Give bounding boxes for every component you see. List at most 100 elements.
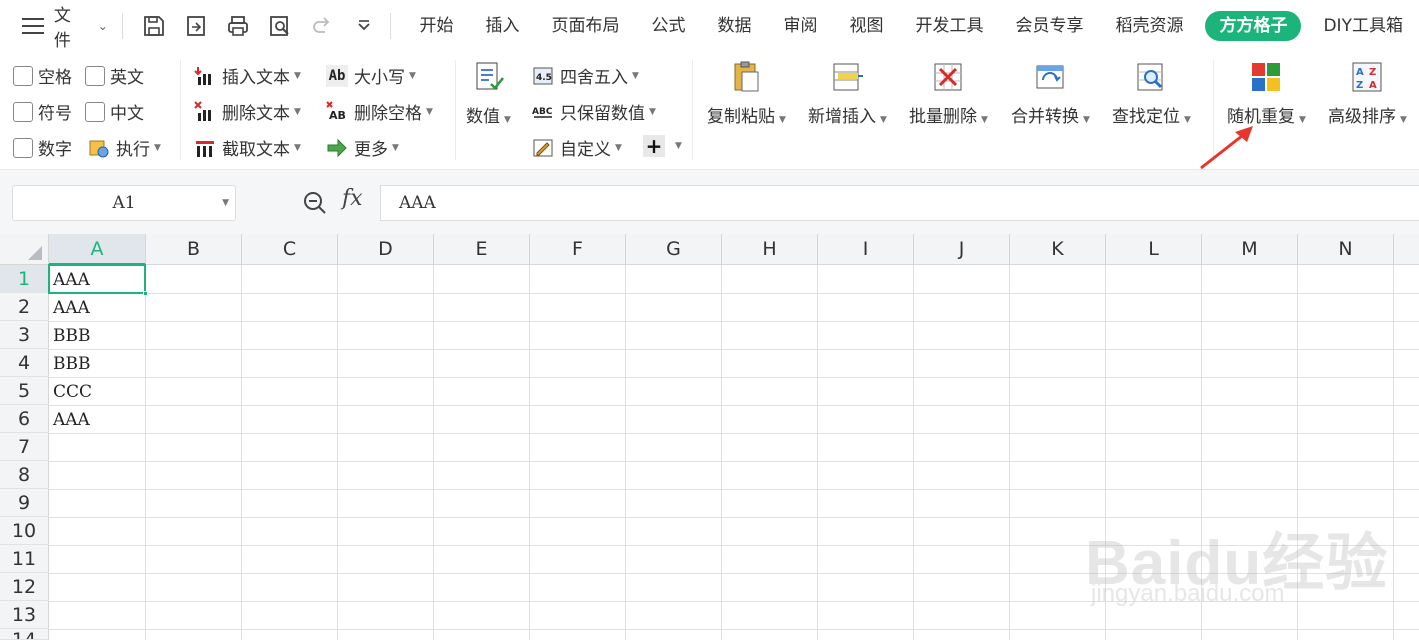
row-header-13[interactable]: 13 <box>0 601 49 629</box>
more-icon[interactable] <box>351 13 377 39</box>
column-header-a[interactable]: A <box>49 234 146 265</box>
add-insert-button[interactable]: 新增插入 ▼ <box>808 60 887 127</box>
fill-handle[interactable] <box>143 291 148 296</box>
row-header-11[interactable]: 11 <box>0 545 49 573</box>
tab-insert[interactable]: 插入 <box>469 0 535 52</box>
tab-developer[interactable]: 开发工具 <box>899 0 999 52</box>
batch-delete-button[interactable]: 批量删除 ▼ <box>909 60 988 127</box>
row-header-3[interactable]: 3 <box>0 321 49 349</box>
random-repeat-icon <box>1252 63 1281 91</box>
export-icon[interactable] <box>183 13 209 39</box>
row-header-9[interactable]: 9 <box>0 489 49 517</box>
cell-a2[interactable]: AAA <box>49 293 145 321</box>
keep-numbers-button[interactable]: ABC 只保留数值 ▼ <box>532 99 656 124</box>
zoom-icon[interactable] <box>302 190 328 216</box>
more-button[interactable]: 更多 ▼ <box>326 135 399 160</box>
tab-member[interactable]: 会员专享 <box>999 0 1099 52</box>
row-header-12[interactable]: 12 <box>0 573 49 601</box>
case-label: 大小写 <box>354 68 405 88</box>
value-button[interactable]: 数值 ▼ <box>466 60 511 127</box>
divider <box>455 60 456 160</box>
merge-convert-button[interactable]: 合并转换 ▼ <box>1011 60 1090 127</box>
print-icon[interactable] <box>225 13 251 39</box>
round-button[interactable]: 4.5 四舍五入 ▼ <box>532 63 639 88</box>
cell-a3[interactable]: BBB <box>49 321 145 349</box>
tab-fangfangezi[interactable]: 方方格子 <box>1205 11 1302 41</box>
checkbox-box[interactable] <box>13 137 33 158</box>
custom-button[interactable]: 自定义 ▼ <box>532 135 622 160</box>
column-header-overflow[interactable] <box>1394 234 1419 265</box>
column-header-d[interactable]: D <box>338 234 434 265</box>
insert-text-button[interactable]: 插入文本 ▼ <box>194 63 301 88</box>
row-header-4[interactable]: 4 <box>0 349 49 377</box>
name-box[interactable]: A1 ▼ <box>12 185 236 221</box>
dropdown-arrow-icon[interactable]: ▼ <box>222 186 229 220</box>
column-header-k[interactable]: K <box>1010 234 1106 265</box>
hamburger-icon[interactable] <box>22 18 44 34</box>
column-header-b[interactable]: B <box>146 234 242 265</box>
clipboard-icon <box>734 61 759 92</box>
tab-page-layout[interactable]: 页面布局 <box>535 0 635 52</box>
column-header-n[interactable]: N <box>1298 234 1394 265</box>
extract-text-button[interactable]: 截取文本 ▼ <box>194 135 301 160</box>
file-menu[interactable]: 文件 ⌄ <box>0 0 108 52</box>
cell-a4[interactable]: BBB <box>49 349 145 377</box>
tab-review[interactable]: 审阅 <box>767 0 833 52</box>
column-header-f[interactable]: F <box>530 234 626 265</box>
copy-paste-button[interactable]: 复制粘贴 ▼ <box>707 60 786 127</box>
fx-icon[interactable]: fx <box>342 186 363 211</box>
checkbox-english[interactable]: 英文 <box>85 63 144 88</box>
column-header-h[interactable]: H <box>722 234 818 265</box>
tab-view[interactable]: 视图 <box>833 0 899 52</box>
select-all-corner[interactable] <box>0 234 49 265</box>
redo-icon[interactable] <box>309 13 335 39</box>
column-header-j[interactable]: J <box>914 234 1010 265</box>
row-header-1[interactable]: 1 <box>0 265 49 293</box>
row-header-5[interactable]: 5 <box>0 377 49 405</box>
advanced-sort-button[interactable]: AZZA 高级排序 ▼ <box>1328 60 1407 127</box>
checkbox-box[interactable] <box>13 65 33 86</box>
row-header-14[interactable]: 14 <box>0 629 49 640</box>
delete-space-button[interactable]: AB 删除空格 ▼ <box>326 99 433 124</box>
dropdown-arrow-icon: ▼ <box>504 115 511 125</box>
tab-docer[interactable]: 稻壳资源 <box>1099 0 1199 52</box>
column-header-e[interactable]: E <box>434 234 530 265</box>
column-header-c[interactable]: C <box>242 234 338 265</box>
dropdown-arrow-icon: ▼ <box>1299 115 1306 125</box>
checkbox-chinese[interactable]: 中文 <box>85 99 144 124</box>
column-header-l[interactable]: L <box>1106 234 1202 265</box>
print-preview-icon[interactable] <box>267 13 293 39</box>
chevron-down-icon[interactable]: ⌄ <box>98 19 108 33</box>
tab-home[interactable]: 开始 <box>403 0 469 52</box>
checkbox-box[interactable] <box>85 101 105 122</box>
tab-data[interactable]: 数据 <box>701 0 767 52</box>
column-header-i[interactable]: I <box>818 234 914 265</box>
dropdown-arrow-icon: ▼ <box>675 141 682 151</box>
checkbox-space[interactable]: 空格 <box>13 63 72 88</box>
tab-formulas[interactable]: 公式 <box>635 0 701 52</box>
column-header-m[interactable]: M <box>1202 234 1298 265</box>
save-icon[interactable] <box>141 13 167 39</box>
checkbox-box[interactable] <box>13 101 33 122</box>
cell-a6[interactable]: AAA <box>49 405 145 433</box>
add-button[interactable]: + ▼ <box>643 134 682 158</box>
find-locate-button[interactable]: 查找定位 ▼ <box>1112 60 1191 127</box>
tab-diy-toolbox[interactable]: DIY工具箱 <box>1307 0 1419 52</box>
checkbox-number[interactable]: 数字 <box>13 135 72 160</box>
row-header-7[interactable]: 7 <box>0 433 49 461</box>
checkbox-symbol[interactable]: 符号 <box>13 99 72 124</box>
insert-text-icon <box>194 65 216 87</box>
column-header-g[interactable]: G <box>626 234 722 265</box>
formula-input[interactable]: AAA <box>380 185 1419 221</box>
row-header-10[interactable]: 10 <box>0 517 49 545</box>
row-header-6[interactable]: 6 <box>0 405 49 433</box>
checkbox-box[interactable] <box>85 65 105 86</box>
file-menu-label[interactable]: 文件 <box>54 1 88 51</box>
case-button[interactable]: Ab 大小写 ▼ <box>326 63 416 88</box>
delete-text-button[interactable]: 删除文本 ▼ <box>194 99 301 124</box>
row-header-8[interactable]: 8 <box>0 461 49 489</box>
random-repeat-button[interactable]: 随机重复 ▼ <box>1227 60 1306 127</box>
row-header-2[interactable]: 2 <box>0 293 49 321</box>
execute-button[interactable]: 执行 ▼ <box>88 135 161 160</box>
cell-a5[interactable]: CCC <box>49 377 145 405</box>
